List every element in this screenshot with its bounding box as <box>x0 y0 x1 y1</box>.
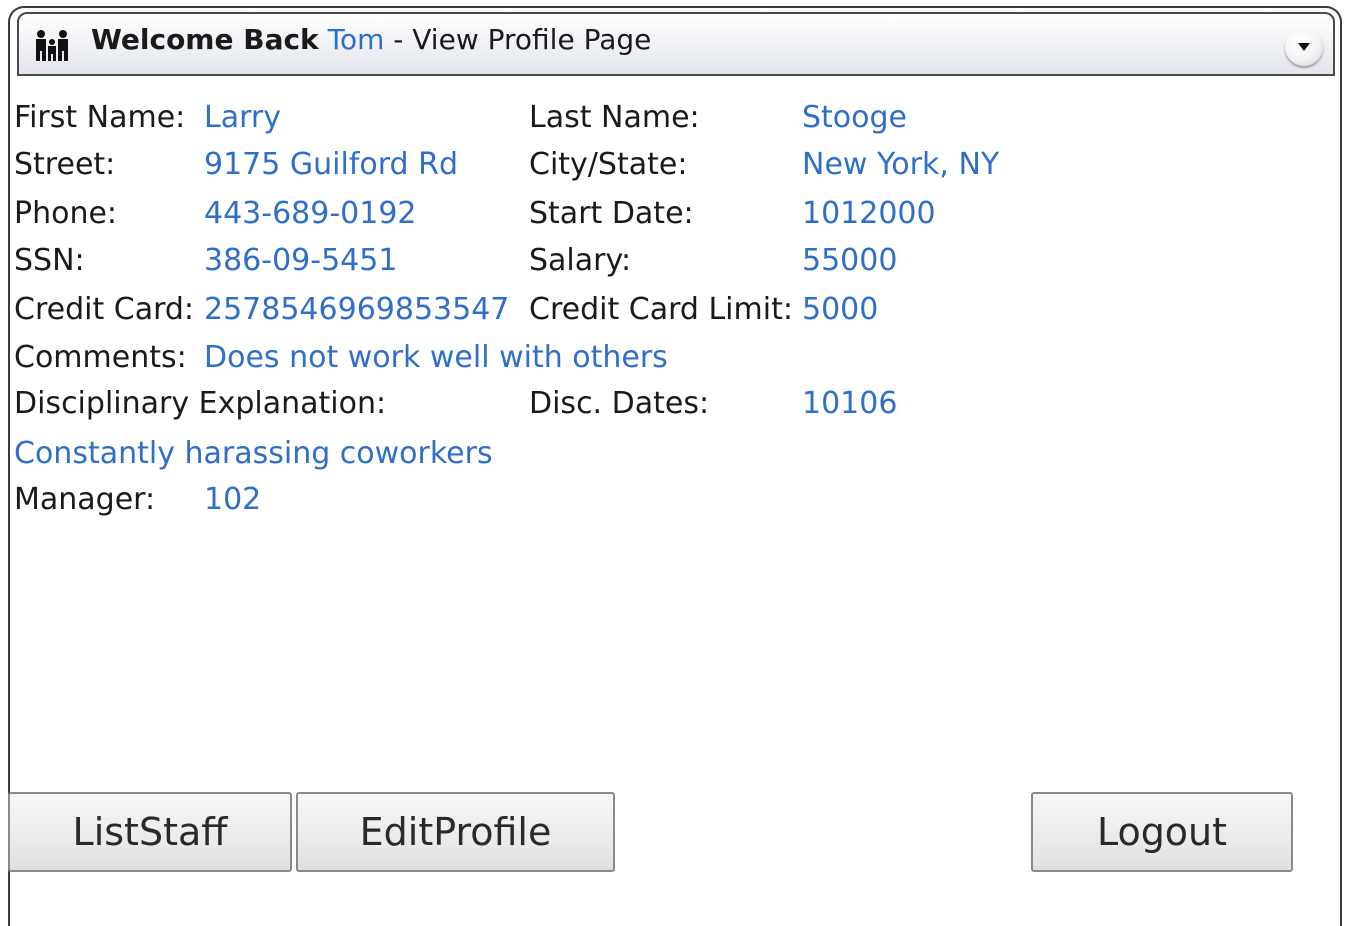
ssn-value: 386-09-5451 <box>204 243 398 278</box>
title-bar: Welcome Back Tom - View Profile Page <box>17 12 1335 76</box>
chevron-down-icon <box>1298 43 1310 51</box>
credit-limit-label: Credit Card Limit: <box>529 292 793 327</box>
welcome-text: Welcome Back <box>91 23 319 56</box>
comments-value: Does not work well with others <box>204 340 668 375</box>
list-staff-button[interactable]: ListStaff <box>8 792 292 872</box>
dropdown-button[interactable] <box>1285 28 1323 66</box>
salary-label: Salary: <box>529 243 632 278</box>
phone-value: 443-689-0192 <box>204 196 417 231</box>
edit-profile-button[interactable]: EditProfile <box>296 792 615 872</box>
city-state-label: City/State: <box>529 147 688 182</box>
first-name-label: First Name: <box>14 100 186 135</box>
credit-card-value: 2578546969853547 <box>204 292 510 327</box>
disciplinary-explanation-value: Constantly harassing coworkers <box>14 436 493 471</box>
last-name-label: Last Name: <box>529 100 700 135</box>
phone-label: Phone: <box>14 196 118 231</box>
user-name: Tom <box>327 23 385 56</box>
manager-value: 102 <box>204 482 262 517</box>
last-name-value: Stooge <box>802 100 908 135</box>
people-icon <box>33 24 73 64</box>
city-state-value: New York, NY <box>802 147 1000 182</box>
disc-dates-value: 10106 <box>802 386 898 421</box>
manager-label: Manager: <box>14 482 156 517</box>
comments-label: Comments: <box>14 340 187 375</box>
salary-value: 55000 <box>802 243 898 278</box>
ssn-label: SSN: <box>14 243 85 278</box>
logout-button[interactable]: Logout <box>1031 792 1293 872</box>
credit-card-label: Credit Card: <box>14 292 195 327</box>
title-suffix: - View Profile Page <box>393 23 652 56</box>
start-date-label: Start Date: <box>529 196 694 231</box>
start-date-value: 1012000 <box>802 196 936 231</box>
page-title: Welcome Back Tom - View Profile Page <box>91 22 651 58</box>
disc-dates-label: Disc. Dates: <box>529 386 710 421</box>
street-label: Street: <box>14 147 116 182</box>
disciplinary-label: Disciplinary Explanation: <box>14 386 387 421</box>
credit-limit-value: 5000 <box>802 292 879 327</box>
first-name-value: Larry <box>204 100 281 135</box>
street-value: 9175 Guilford Rd <box>204 147 459 182</box>
